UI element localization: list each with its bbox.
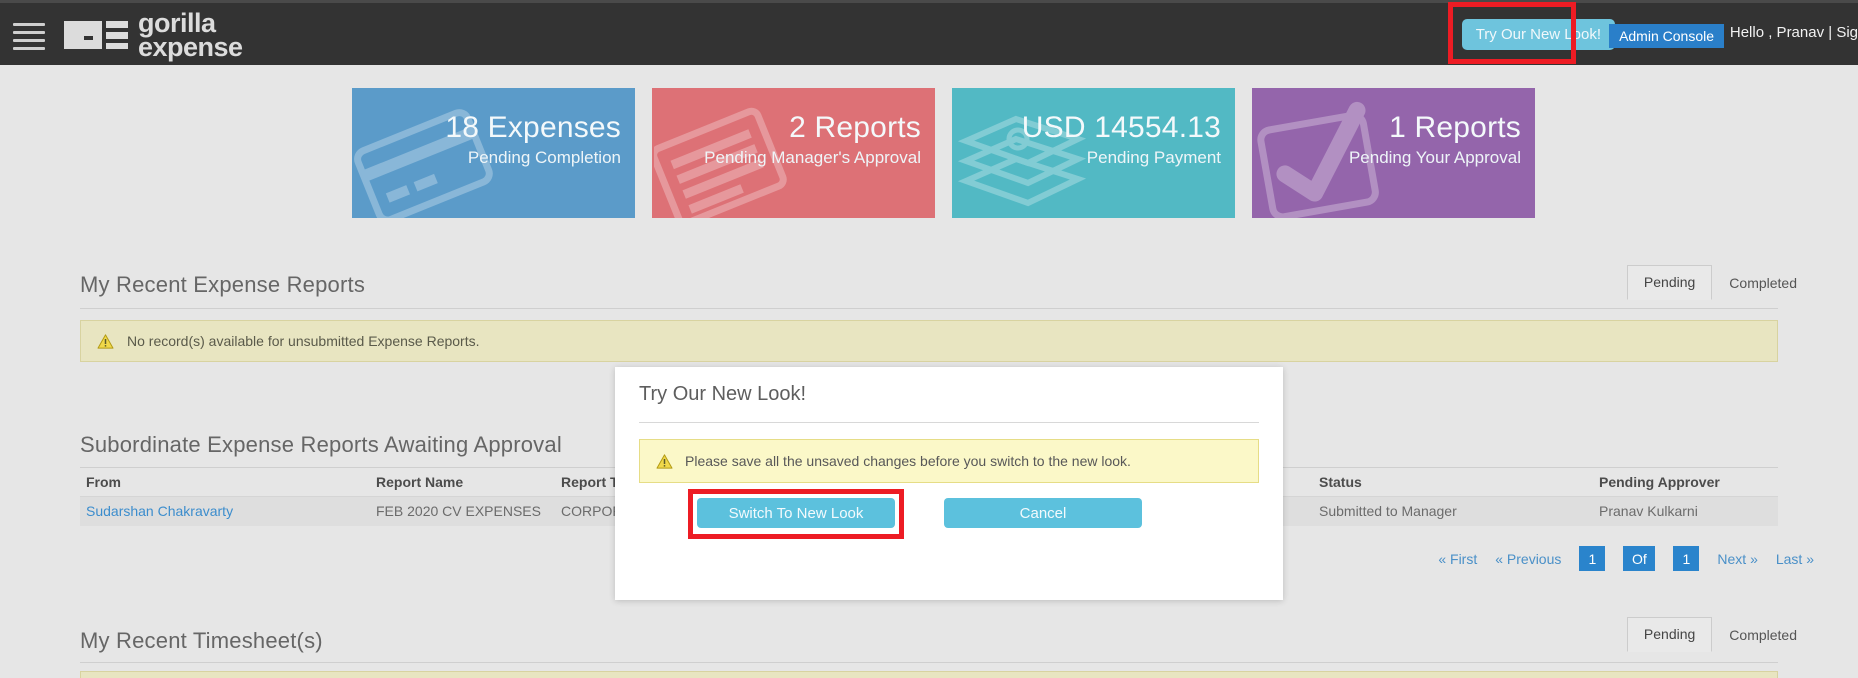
modal-title-rule [639, 422, 1259, 423]
kpi-tile-pending-payment[interactable]: USD 14554.13 Pending Payment [952, 88, 1235, 218]
pagination-of-label: Of [1623, 546, 1656, 571]
try-new-look-button[interactable]: Try Our New Look! [1461, 19, 1615, 50]
recent-expense-reports-alert: No record(s) available for unsubmitted E… [80, 320, 1778, 362]
hamburger-menu-icon[interactable] [8, 20, 50, 52]
app-header: gorilla expense Try Our New Look! Admin … [0, 0, 1858, 65]
cell-pending-approver: Pranav Kulkarni [1593, 496, 1778, 526]
tab-recent-timesheets-completed[interactable]: Completed [1712, 618, 1814, 652]
cell-from: Sudarshan Chakravarty [80, 496, 370, 526]
gorilla-expense-mark-icon [62, 17, 130, 53]
kpi-tile-label: Pending Manager's Approval [704, 148, 921, 167]
warning-triangle-icon [97, 333, 114, 349]
employee-link[interactable]: Sudarshan Chakravarty [86, 503, 233, 519]
recent-expense-reports-alert-text: No record(s) available for unsubmitted E… [127, 333, 480, 349]
kpi-tile-reports-pending-manager-approval[interactable]: 2 Reports Pending Manager's Approval [652, 88, 935, 218]
cell-report-name: FEB 2020 CV EXPENSES [370, 496, 555, 526]
kpi-tile-row: 18 Expenses Pending Completion 2 Reports [352, 88, 1535, 218]
modal-alert: Please save all the unsaved changes befo… [639, 439, 1259, 483]
recent-timesheets-title: My Recent Timesheet(s) [80, 628, 323, 653]
kpi-tile-text: 18 Expenses Pending Completion [445, 110, 621, 170]
recent-expense-reports-tabs: Pending Completed [1626, 265, 1814, 300]
subordinate-reports-title: Subordinate Expense Reports Awaiting App… [80, 432, 562, 457]
user-greeting[interactable]: Hello , Pranav | Sig [1730, 24, 1858, 41]
pagination-total-pages[interactable]: 1 [1673, 546, 1700, 571]
kpi-tile-label: Pending Payment [1086, 148, 1221, 167]
try-new-look-modal: Try Our New Look! Please save all the un… [615, 367, 1283, 600]
kpi-tile-text: 2 Reports Pending Manager's Approval [704, 110, 921, 170]
kpi-tile-label: Pending Completion [467, 148, 621, 167]
recent-timesheets-alert [80, 671, 1778, 678]
switch-to-new-look-button[interactable]: Switch To New Look [697, 498, 895, 528]
column-header-from[interactable]: From [80, 470, 370, 497]
dashboard-page: gorilla expense Try Our New Look! Admin … [0, 0, 1858, 678]
table-pagination: « First « Previous 1 Of 1 Next » Last » [1438, 546, 1814, 571]
pagination-first[interactable]: « First [1438, 551, 1477, 567]
modal-title: Try Our New Look! [639, 383, 807, 405]
kpi-tile-value: 18 Expenses [445, 111, 621, 144]
recent-expense-reports-rule [80, 308, 1778, 309]
kpi-tile-reports-pending-your-approval[interactable]: 1 Reports Pending Your Approval [1252, 88, 1535, 218]
pagination-last[interactable]: Last » [1776, 551, 1814, 567]
kpi-tile-value: USD 14554.13 [1021, 111, 1221, 144]
modal-alert-text: Please save all the unsaved changes befo… [685, 453, 1131, 469]
column-header-pending-approver[interactable]: Pending Approver [1593, 470, 1778, 497]
tab-recent-expense-completed[interactable]: Completed [1712, 266, 1814, 300]
tab-recent-timesheets-pending[interactable]: Pending [1626, 617, 1713, 652]
column-header-report-name[interactable]: Report Name [370, 470, 555, 497]
column-header-status[interactable]: Status [1313, 470, 1593, 497]
cell-status: Submitted to Manager [1313, 496, 1593, 526]
pagination-current-page[interactable]: 1 [1579, 546, 1606, 571]
kpi-tile-text: USD 14554.13 Pending Payment [1022, 110, 1221, 170]
try-new-look-container: Try Our New Look! [1461, 19, 1615, 50]
tab-recent-expense-pending[interactable]: Pending [1626, 265, 1713, 300]
pagination-previous[interactable]: « Previous [1495, 551, 1561, 567]
cancel-button[interactable]: Cancel [944, 498, 1142, 528]
logo-word-expense: expense [138, 32, 243, 62]
warning-triangle-icon [656, 453, 673, 469]
kpi-tile-value: 2 Reports [789, 111, 921, 144]
pagination-next[interactable]: Next » [1717, 551, 1757, 567]
app-logo: gorilla expense [62, 9, 243, 61]
recent-timesheets-rule [80, 662, 1778, 663]
kpi-tile-label: Pending Your Approval [1348, 148, 1521, 167]
kpi-tile-text: 1 Reports Pending Your Approval [1349, 110, 1521, 170]
admin-console-button[interactable]: Admin Console [1609, 24, 1724, 48]
kpi-tile-value: 1 Reports [1389, 111, 1521, 144]
recent-expense-reports-title: My Recent Expense Reports [80, 272, 366, 297]
kpi-tile-expenses-pending-completion[interactable]: 18 Expenses Pending Completion [352, 88, 635, 218]
logo-wordmark: gorilla expense [138, 10, 243, 62]
recent-timesheets-tabs: Pending Completed [1626, 617, 1814, 652]
